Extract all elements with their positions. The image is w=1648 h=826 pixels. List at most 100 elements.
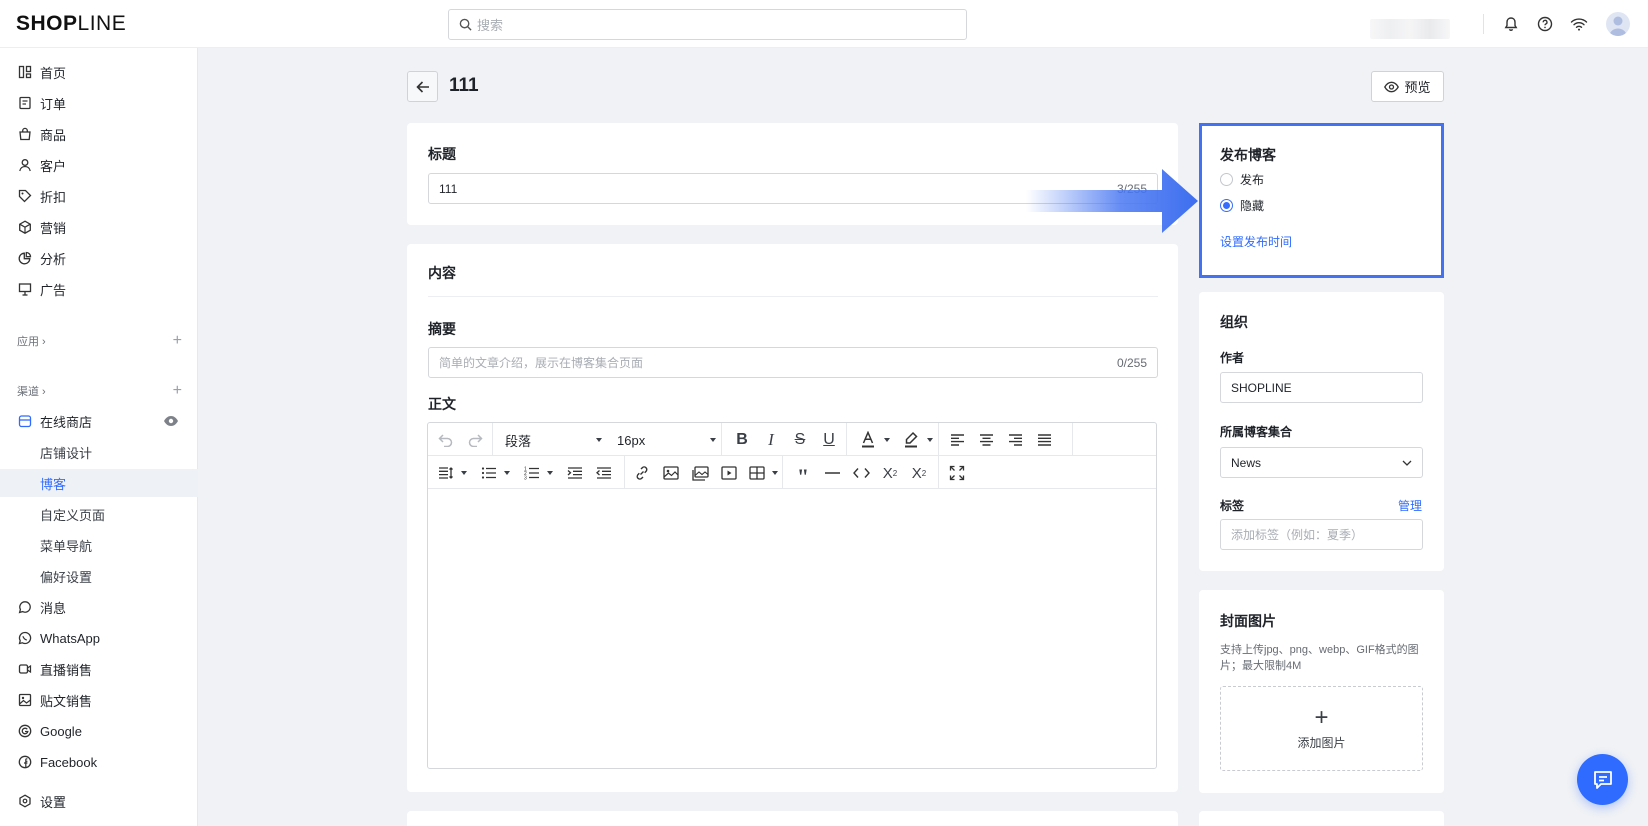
sidebar-item-post-selling[interactable]: 贴文销售 xyxy=(0,686,198,714)
content-card: 内容 摘要 简单的文章介绍，展示在博客集合页面 0/255 正文 段落 16px… xyxy=(407,244,1178,792)
sidebar-item-label: 订单 xyxy=(40,96,67,112)
strikethrough-icon[interactable]: S xyxy=(789,429,811,451)
organization-card: 组织 作者 SHOPLINE 所属博客集合 News 标签 管理 添加标签（例如… xyxy=(1199,292,1444,571)
bold-icon[interactable]: B xyxy=(731,429,753,451)
quote-icon[interactable]: " xyxy=(792,462,814,489)
help-icon[interactable] xyxy=(1534,13,1556,35)
preview-button[interactable]: 预览 xyxy=(1371,71,1444,102)
tags-label: 标签 xyxy=(1220,499,1245,513)
add-channel-icon[interactable]: + xyxy=(173,382,182,400)
preview-label: 预览 xyxy=(1404,80,1431,95)
line-height-icon[interactable] xyxy=(435,462,457,484)
add-image-button[interactable]: + 添加图片 xyxy=(1220,686,1423,771)
fullscreen-icon[interactable] xyxy=(946,462,968,484)
font-color-icon[interactable] xyxy=(857,429,879,451)
svg-text:3: 3 xyxy=(524,476,527,481)
subscript-icon[interactable]: X2 xyxy=(908,462,930,484)
toolbar-separator xyxy=(846,423,847,456)
live-icon xyxy=(17,662,32,677)
sidebar-item-live-selling[interactable]: 直播销售 xyxy=(0,655,198,683)
body-label: 正文 xyxy=(428,396,456,412)
collection-select[interactable]: News xyxy=(1220,447,1423,478)
sidebar-item-discounts[interactable]: 折扣 xyxy=(0,182,198,210)
sidebar-sub-preferences[interactable]: 偏好设置 xyxy=(0,562,198,590)
underline-icon[interactable]: U xyxy=(818,429,840,451)
add-app-icon[interactable]: + xyxy=(173,332,182,350)
chevron-down-icon xyxy=(547,471,553,475)
font-size-select[interactable]: 16px xyxy=(617,430,645,450)
sidebar-item-label: 直播销售 xyxy=(40,662,93,678)
next-side-card-stub xyxy=(1199,811,1444,826)
sidebar-item-marketing[interactable]: 营销 xyxy=(0,213,198,241)
numbered-list-icon[interactable]: 123 xyxy=(521,462,543,484)
undo-icon[interactable] xyxy=(435,429,457,451)
link-icon[interactable] xyxy=(631,462,653,484)
highlight-color-icon[interactable] xyxy=(900,429,922,451)
code-icon[interactable] xyxy=(850,462,872,484)
sidebar-item-label: WhatsApp xyxy=(40,630,100,646)
pointer-arrow xyxy=(1026,169,1198,233)
align-right-icon[interactable] xyxy=(1004,429,1026,451)
view-store-eye-icon[interactable] xyxy=(163,414,179,431)
analytics-icon xyxy=(17,251,32,266)
gallery-icon[interactable] xyxy=(689,462,711,484)
shopline-logo[interactable]: SHOPLINE xyxy=(16,12,126,36)
toolbar-separator xyxy=(721,423,722,456)
topbar-divider xyxy=(1483,14,1484,34)
italic-icon[interactable]: I xyxy=(760,429,782,451)
add-image-label: 添加图片 xyxy=(1297,736,1346,750)
sidebar-sub-blog[interactable]: 博客 xyxy=(0,469,198,497)
bell-icon[interactable] xyxy=(1500,13,1522,35)
avatar[interactable] xyxy=(1606,12,1630,36)
manage-tags-link[interactable]: 管理 xyxy=(1398,497,1422,514)
align-left-icon[interactable] xyxy=(946,429,968,451)
plus-icon: + xyxy=(1314,704,1329,731)
sidebar-item-orders[interactable]: 订单 xyxy=(0,89,198,117)
discount-icon xyxy=(17,189,32,204)
redo-icon[interactable] xyxy=(464,429,486,451)
search-box[interactable] xyxy=(448,9,967,40)
sidebar-sub-custom-pages[interactable]: 自定义页面 xyxy=(0,500,198,528)
bullet-list-icon[interactable] xyxy=(478,462,500,484)
sidebar-item-home[interactable]: 首页 xyxy=(0,58,198,86)
summary-label: 摘要 xyxy=(428,321,456,337)
horizontal-rule-icon[interactable] xyxy=(821,462,843,484)
sidebar-item-products[interactable]: 商品 xyxy=(0,120,198,148)
superscript-icon[interactable]: X2 xyxy=(879,462,901,484)
sidebar-item-analytics[interactable]: 分析 xyxy=(0,244,198,272)
sidebar-item-facebook[interactable]: Facebook xyxy=(0,748,198,776)
author-input[interactable]: SHOPLINE xyxy=(1220,372,1423,403)
toolbar-separator xyxy=(624,456,625,489)
sidebar-item-label: 首页 xyxy=(40,65,67,81)
outdent-icon[interactable] xyxy=(593,462,615,484)
search-input[interactable] xyxy=(477,15,947,35)
video-icon[interactable] xyxy=(718,462,740,484)
chevron-down-icon xyxy=(927,438,933,442)
back-button[interactable] xyxy=(407,71,438,102)
sidebar-item-settings[interactable]: 设置 xyxy=(0,787,198,815)
sidebar-item-customers[interactable]: 客户 xyxy=(0,151,198,179)
channels-section[interactable]: 渠道 › + xyxy=(17,381,182,401)
table-icon[interactable] xyxy=(746,462,768,484)
sidebar-item-online-store[interactable]: 在线商店 xyxy=(0,407,198,435)
sidebar-item-ads[interactable]: 广告 xyxy=(0,275,198,303)
summary-input[interactable]: 简单的文章介绍，展示在博客集合页面 0/255 xyxy=(428,347,1158,378)
wifi-icon[interactable] xyxy=(1568,13,1590,35)
align-center-icon[interactable] xyxy=(975,429,997,451)
sidebar-sub-menu-navigation[interactable]: 菜单导航 xyxy=(0,531,198,559)
editor-body[interactable] xyxy=(428,489,1156,768)
sidebar-item-whatsapp[interactable]: WhatsApp xyxy=(0,624,198,652)
content-label: 内容 xyxy=(428,265,456,281)
top-bar: SHOPLINE xyxy=(0,0,1648,48)
image-icon[interactable] xyxy=(660,462,682,484)
paragraph-select[interactable]: 段落 xyxy=(505,430,531,450)
indent-icon[interactable] xyxy=(564,462,586,484)
apps-section[interactable]: 应用 › + xyxy=(17,331,182,351)
sidebar-sub-store-design[interactable]: 店铺设计 xyxy=(0,438,198,466)
align-justify-icon[interactable] xyxy=(1033,429,1055,451)
sidebar-item-messages[interactable]: 消息 xyxy=(0,593,198,621)
tags-input[interactable]: 添加标签（例如：夏季） xyxy=(1220,519,1423,550)
chat-support-button[interactable] xyxy=(1577,754,1628,805)
sidebar-item-google[interactable]: Google xyxy=(0,717,198,745)
chevron-down-icon xyxy=(884,438,890,442)
